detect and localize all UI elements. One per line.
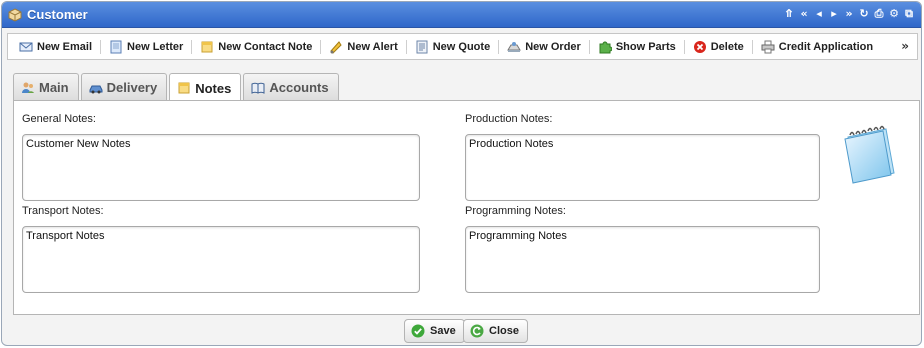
transport-notes-field[interactable]: Transport Notes [22,226,420,293]
tab-accounts[interactable]: Accounts [243,73,339,101]
tab-accounts-label: Accounts [269,80,329,95]
puzzle-icon [598,40,613,54]
new-quote-label: New Quote [432,40,491,53]
next-record-icon[interactable]: ▸ [828,7,840,21]
notes-icon [177,81,191,95]
checkmark-icon [411,324,425,338]
credit-application-button[interactable]: Credit Application [756,37,878,57]
new-email-label: New Email [37,40,93,53]
restore-icon[interactable]: ⧉ [903,7,915,21]
first-record-icon[interactable]: « [798,7,810,21]
tab-main[interactable]: Main [13,73,79,101]
quote-icon [415,40,429,54]
new-contact-note-button[interactable]: New Contact Note [195,37,317,57]
settings-icon[interactable]: ⚙ [888,7,900,21]
production-notes-field[interactable]: Production Notes [465,134,820,201]
title-controls: ⤊ « ◂ ▸ » ↻ ⎙ ⚙ ⧉ [783,7,915,21]
programming-notes-label: Programming Notes: [465,205,566,217]
collapse-icon[interactable]: ⤊ [783,7,795,21]
package-icon [8,7,22,22]
new-order-button[interactable]: New Order [502,37,586,57]
delete-icon [693,40,707,54]
general-notes-field[interactable]: Customer New Notes [22,134,420,201]
show-parts-button[interactable]: Show Parts [593,37,681,57]
new-order-label: New Order [525,40,581,53]
tab-delivery[interactable]: Delivery [80,73,168,101]
tab-main-label: Main [39,80,69,95]
delete-button[interactable]: Delete [688,37,749,57]
refresh-icon[interactable]: ↻ [858,7,870,21]
general-notes-label: General Notes: [22,113,96,125]
tab-notes-label: Notes [195,80,232,96]
toolbar-divider [320,39,322,54]
letter-icon [109,40,123,54]
users-icon [21,81,35,95]
tab-delivery-label: Delivery [106,80,158,95]
alert-icon [329,40,343,54]
close-button[interactable]: Close [463,319,528,343]
credit-application-label: Credit Application [778,40,874,53]
title-bar: Customer ⤊ « ◂ ▸ » ↻ ⎙ ⚙ ⧉ [2,2,921,28]
tab-strip: Main Delivery Notes Accounts [13,73,341,102]
envelope-icon [19,40,33,54]
car-icon [89,81,103,95]
notes-panel: General Notes: Customer New Notes Produc… [13,100,920,315]
print-icon[interactable]: ⎙ [873,7,885,21]
printer-icon [761,40,775,54]
new-quote-button[interactable]: New Quote [410,37,495,57]
previous-record-icon[interactable]: ◂ [813,7,825,21]
customer-window: Customer ⤊ « ◂ ▸ » ↻ ⎙ ⚙ ⧉ New Email New… [1,1,922,346]
save-button[interactable]: Save [404,319,465,343]
order-icon [507,40,522,54]
window-title: Customer [27,7,88,22]
close-label: Close [489,325,519,337]
delete-label: Delete [710,40,744,53]
toolbar-divider [498,39,500,54]
save-label: Save [430,325,456,337]
toolbar-divider [751,39,753,54]
toolbar-divider [683,39,685,54]
new-email-button[interactable]: New Email [14,37,97,57]
toolbar-divider [405,39,407,54]
tab-notes[interactable]: Notes [169,73,242,102]
new-letter-button[interactable]: New Letter [104,37,188,57]
book-icon [251,81,265,95]
close-arrow-icon [470,324,484,338]
toolbar-divider [191,39,193,54]
show-parts-label: Show Parts [615,40,676,53]
new-contact-note-label: New Contact Note [218,40,313,53]
toolbar: New Email New Letter New Contact Note Ne… [7,33,918,60]
toolbar-overflow-icon[interactable]: » [901,39,909,53]
new-letter-label: New Letter [127,40,184,53]
toolbar-divider [100,39,102,54]
note-icon [200,40,214,54]
last-record-icon[interactable]: » [843,7,855,21]
transport-notes-label: Transport Notes: [22,205,104,217]
programming-notes-field[interactable]: Programming Notes [465,226,820,293]
new-alert-label: New Alert [347,40,398,53]
new-alert-button[interactable]: New Alert [324,37,402,57]
toolbar-divider [588,39,590,54]
notepad-icon [840,123,898,185]
production-notes-label: Production Notes: [465,113,553,125]
